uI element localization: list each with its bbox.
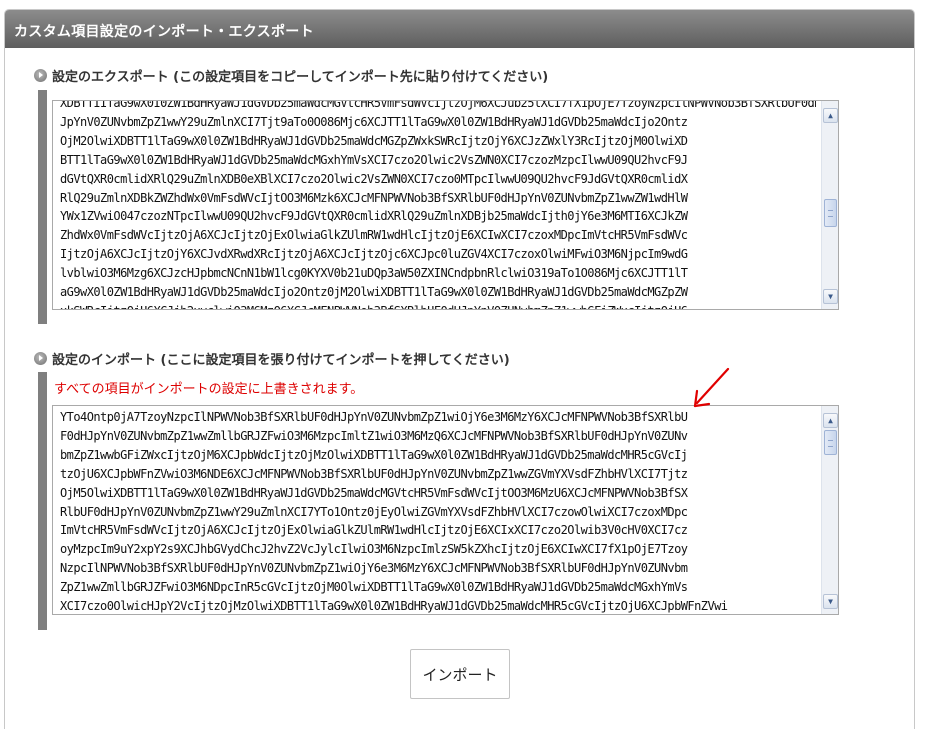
red-arrow-icon: [693, 367, 730, 408]
scroll-down-arrow-icon[interactable]: ▼: [823, 594, 838, 609]
import-text-content[interactable]: YTo4Ontp0jA7TzoyNzpcIlNPWVNob3BfSXRlbUF0…: [60, 408, 816, 614]
export-textarea[interactable]: XDBTTIITaG9wX0I0ZW1BdHRyaWJ1dGVDb25maWdc…: [52, 100, 839, 310]
circle-arrow-bullet-icon: [34, 352, 47, 365]
scroll-down-arrow-icon[interactable]: ▼: [823, 289, 838, 304]
export-text-content[interactable]: XDBTTIITaG9wX0I0ZW1BdHRyaWJ1dGVDb25maWdc…: [60, 101, 816, 309]
import-scrollbar[interactable]: ▲ ▼: [821, 406, 838, 614]
import-heading-text: 設定のインポート (ここに設定項目を張り付けてインポートを押してください): [52, 353, 510, 368]
import-button[interactable]: インポート: [410, 649, 510, 699]
export-scrollbar[interactable]: ▲ ▼: [821, 101, 838, 309]
overwrite-warning: すべての項目がインポートの設定に上書きされます。: [54, 382, 364, 397]
import-section-heading: 設定のインポート (ここに設定項目を張り付けてインポートを押してください): [34, 349, 510, 368]
export-section-heading: 設定のエクスポート (この設定項目をコピーしてインポート先に貼り付けてください): [34, 66, 548, 85]
panel-title: カスタム項目設定のインポート・エクスポート: [5, 10, 914, 48]
export-heading-text: 設定のエクスポート (この設定項目をコピーしてインポート先に貼り付けてください): [52, 70, 549, 85]
circle-arrow-bullet-icon: [34, 69, 47, 82]
scroll-up-arrow-icon[interactable]: ▲: [823, 413, 838, 428]
import-side-bar: [38, 372, 47, 630]
import-textarea[interactable]: YTo4Ontp0jA7TzoyNzpcIlNPWVNob3BfSXRlbUF0…: [52, 405, 839, 615]
export-scroll-thumb[interactable]: [824, 199, 837, 227]
export-side-bar: [38, 90, 47, 324]
import-scroll-thumb[interactable]: [824, 430, 837, 455]
scroll-up-arrow-icon[interactable]: ▲: [823, 108, 838, 123]
